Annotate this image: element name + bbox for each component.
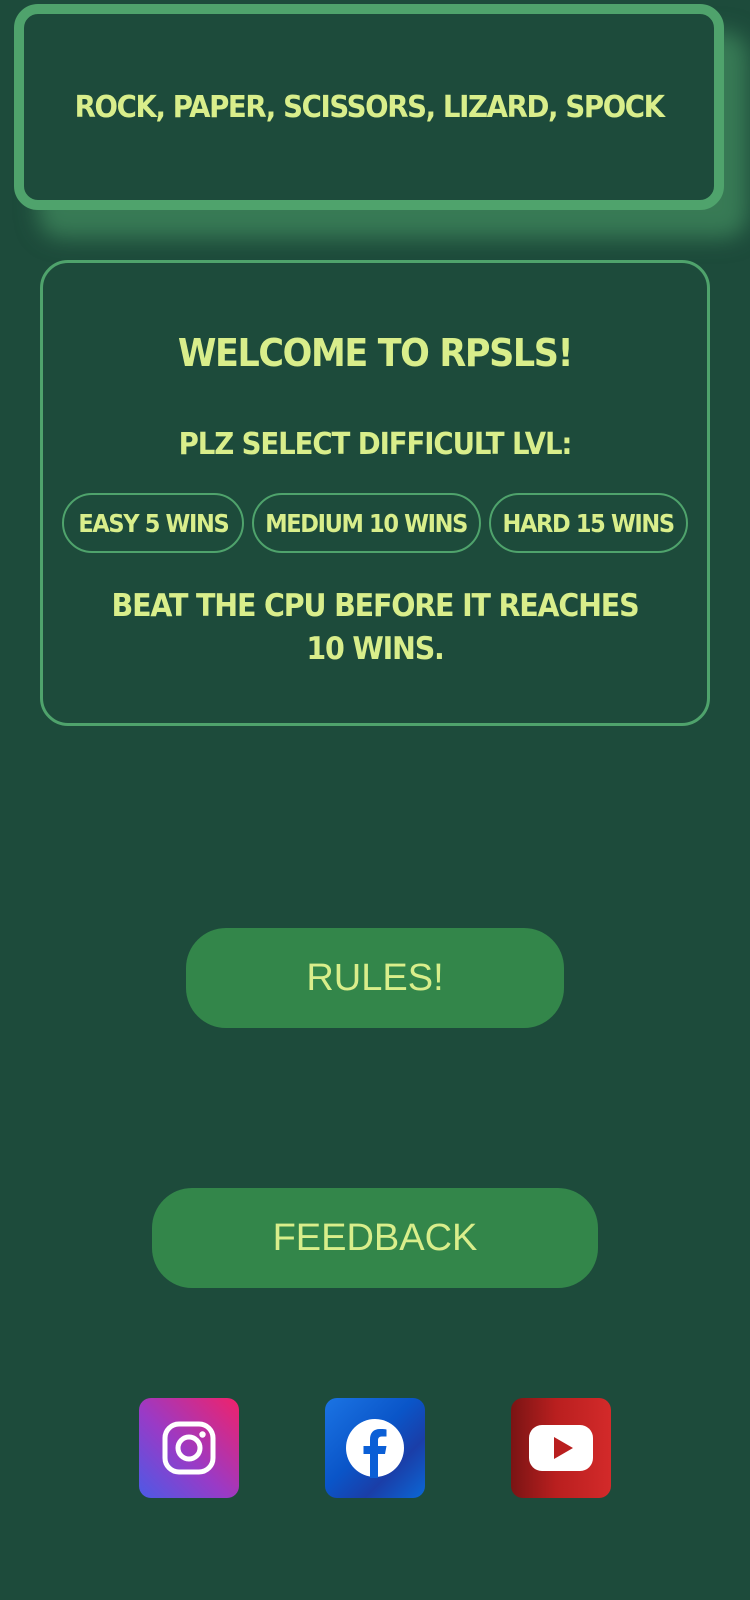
welcome-heading: WELCOME TO RPSLS! [177,331,574,375]
page-title: ROCK, PAPER, SCISSORS, LIZARD, SPOCK [74,89,664,125]
easy-difficulty-label: EASY 5 WINS [78,508,229,538]
page-header: ROCK, PAPER, SCISSORS, LIZARD, SPOCK [14,4,724,210]
facebook-icon [346,1419,404,1478]
easy-difficulty-button[interactable]: EASY 5 WINS [62,493,244,553]
rules-button[interactable]: RULES! [186,928,564,1028]
difficulty-prompt: PLZ SELECT DIFFICULT LVL: [178,427,573,462]
medium-difficulty-button[interactable]: MEDIUM 10 WINS [252,493,481,553]
game-goal-text: BEAT THE CPU BEFORE IT REACHES 10 WINS. [111,588,640,667]
instagram-link[interactable] [139,1398,239,1498]
youtube-link[interactable] [511,1398,611,1498]
welcome-card: WELCOME TO RPSLS! PLZ SELECT DIFFICULT L… [40,260,710,726]
medium-difficulty-label: MEDIUM 10 WINS [265,508,469,538]
hard-difficulty-button[interactable]: HARD 15 WINS [489,493,688,553]
difficulty-options: EASY 5 WINS MEDIUM 10 WINS HARD 15 WINS [43,493,707,553]
youtube-icon [529,1425,593,1471]
feedback-button[interactable]: FEEDBACK [152,1188,598,1288]
instagram-icon [162,1421,216,1475]
facebook-link[interactable] [325,1398,425,1498]
hard-difficulty-label: HARD 15 WINS [502,508,676,538]
